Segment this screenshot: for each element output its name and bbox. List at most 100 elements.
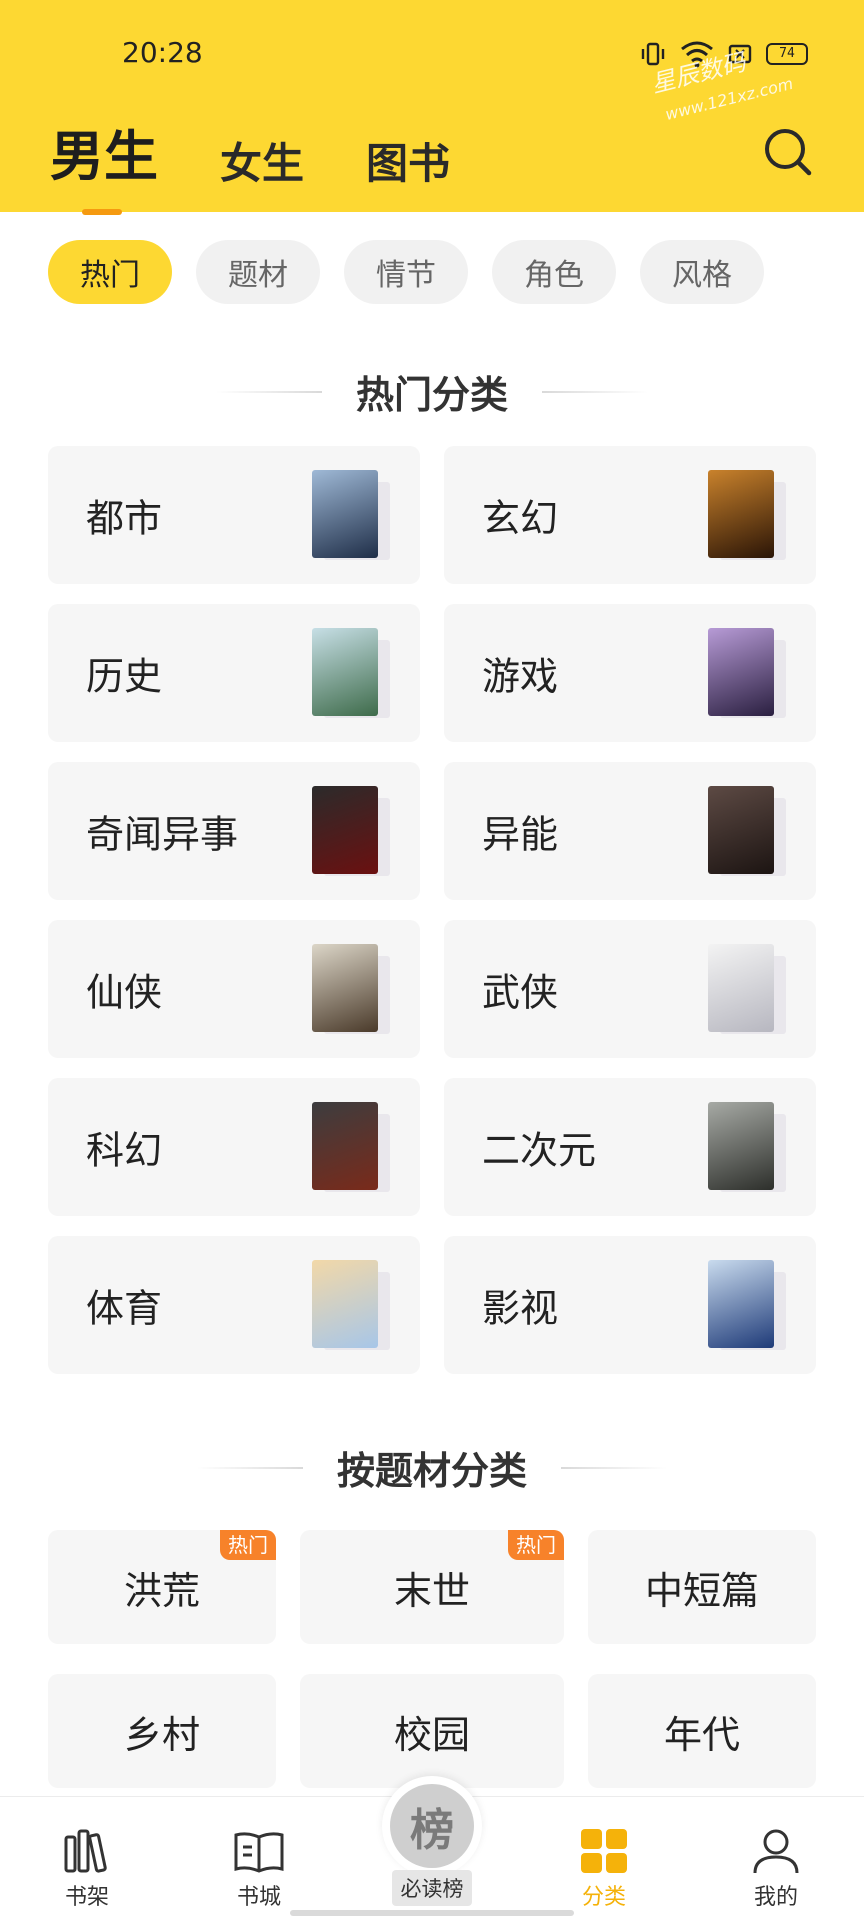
category-card[interactable]: 历史 (48, 604, 420, 742)
tab-male[interactable]: 男生 (50, 112, 158, 215)
category-card[interactable]: 都市 (48, 446, 420, 584)
topic-label: 年代 (663, 1712, 740, 1757)
topic-card[interactable]: 洪荒 热门 (48, 1530, 276, 1644)
hot-badge: 热门 (508, 1530, 564, 1560)
category-label: 玄幻 (482, 496, 559, 541)
category-grid-icon (581, 1829, 627, 1873)
book-cover-stack (312, 944, 390, 1034)
tab-books[interactable]: 图书 (366, 130, 450, 191)
book-cover-stack (708, 1260, 786, 1350)
app-header: 20:28 74 星辰数码 www.121xz.com 男生 女生 图书 (0, 0, 864, 215)
topic-label: 乡村 (123, 1712, 200, 1757)
tab-female[interactable]: 女生 (220, 130, 304, 191)
chip-theme[interactable]: 题材 (196, 240, 320, 304)
category-label: 游戏 (482, 654, 559, 699)
nav-bookstore[interactable]: 书城 (199, 1827, 319, 1911)
hot-badge: 热门 (220, 1530, 276, 1560)
search-icon[interactable] (760, 124, 816, 180)
category-label: 二次元 (482, 1128, 597, 1173)
topic-card[interactable]: 年代 (588, 1674, 816, 1788)
open-book-icon (234, 1832, 284, 1873)
hot-category-grid: 都市 玄幻历史 游戏奇闻异事 异能仙侠 武侠科幻 二次元体育 影视 (48, 446, 816, 1374)
book-cover-image (312, 1260, 378, 1348)
category-card[interactable]: 仙侠 (48, 920, 420, 1058)
category-label: 历史 (86, 654, 163, 699)
home-indicator[interactable] (290, 1910, 574, 1916)
topic-category-grid: 洪荒 热门 末世 热门 中短篇 乡村 校园 年代 (48, 1530, 816, 1788)
topic-card[interactable]: 校园 (300, 1674, 564, 1788)
category-label: 都市 (86, 496, 163, 541)
nav-bookshelf[interactable]: 书架 (27, 1827, 147, 1911)
category-label: 武侠 (482, 970, 559, 1015)
nav-profile-label: 我的 (753, 1885, 798, 1910)
gender-tabs: 男生 女生 图书 (50, 112, 450, 215)
topic-label: 校园 (393, 1712, 470, 1757)
topic-label: 末世 (393, 1568, 470, 1613)
category-label: 奇闻异事 (86, 812, 239, 857)
book-cover-image (708, 628, 774, 716)
category-label: 影视 (482, 1286, 559, 1331)
book-cover-stack (312, 470, 390, 560)
nav-category-label: 分类 (581, 1885, 626, 1910)
nav-bookshelf-label: 书架 (64, 1885, 109, 1910)
category-label: 异能 (482, 812, 559, 857)
book-cover-stack (312, 1102, 390, 1192)
title-divider-left (196, 1466, 303, 1469)
book-cover-image (312, 1102, 378, 1190)
topic-label: 中短篇 (644, 1568, 759, 1613)
book-cover-stack (708, 470, 786, 560)
category-card[interactable]: 科幻 (48, 1078, 420, 1216)
category-label: 科幻 (86, 1128, 163, 1173)
title-divider-right (542, 390, 648, 393)
watermark-logo: 星辰数码 www.121xz.com (648, 47, 794, 124)
chip-hot[interactable]: 热门 (48, 240, 172, 304)
title-divider-left (215, 390, 322, 393)
nav-bookstore-label: 书城 (236, 1885, 281, 1910)
chip-style[interactable]: 风格 (640, 240, 764, 304)
category-card[interactable]: 奇闻异事 (48, 762, 420, 900)
book-cover-stack (312, 786, 390, 876)
topic-label: 洪荒 (123, 1568, 200, 1613)
category-card[interactable]: 武侠 (444, 920, 816, 1058)
book-cover-stack (708, 944, 786, 1034)
title-divider-right (561, 1466, 667, 1469)
status-time: 20:28 (122, 36, 203, 69)
nav-ranking-label[interactable]: 必读榜 (392, 1870, 472, 1906)
category-label: 仙侠 (86, 970, 163, 1015)
nav-category[interactable]: 分类 (544, 1827, 664, 1911)
book-cover-stack (312, 1260, 390, 1350)
chip-role[interactable]: 角色 (492, 240, 616, 304)
chip-plot[interactable]: 情节 (344, 240, 468, 304)
filter-chips: 热门 题材 情节 角色 风格 (48, 240, 764, 304)
topic-card[interactable]: 末世 热门 (300, 1530, 564, 1644)
book-cover-stack (708, 786, 786, 876)
category-card[interactable]: 影视 (444, 1236, 816, 1374)
hot-section-title-text: 热门分类 (355, 372, 508, 417)
topic-card[interactable]: 中短篇 (588, 1530, 816, 1644)
book-cover-image (708, 1260, 774, 1348)
topic-section-title: 按题材分类 (0, 1440, 864, 1495)
category-card[interactable]: 体育 (48, 1236, 420, 1374)
book-cover-image (708, 1102, 774, 1190)
book-cover-image (312, 628, 378, 716)
category-card[interactable]: 异能 (444, 762, 816, 900)
book-cover-image (708, 944, 774, 1032)
book-cover-image (708, 786, 774, 874)
book-cover-image (312, 786, 378, 874)
nav-profile[interactable]: 我的 (716, 1827, 836, 1911)
category-card[interactable]: 二次元 (444, 1078, 816, 1216)
profile-icon (753, 1829, 799, 1874)
book-cover-image (312, 944, 378, 1032)
book-cover-stack (708, 1102, 786, 1192)
hot-section-title: 热门分类 (0, 364, 864, 419)
category-card[interactable]: 玄幻 (444, 446, 816, 584)
topic-section-title-text: 按题材分类 (336, 1448, 527, 1493)
category-card[interactable]: 游戏 (444, 604, 816, 742)
book-cover-image (708, 470, 774, 558)
category-label: 体育 (86, 1286, 163, 1331)
book-cover-image (312, 470, 378, 558)
topic-card[interactable]: 乡村 (48, 1674, 276, 1788)
book-cover-stack (708, 628, 786, 718)
bookshelf-icon (64, 1829, 107, 1873)
nav-ranking[interactable]: 榜 (382, 1776, 482, 1876)
